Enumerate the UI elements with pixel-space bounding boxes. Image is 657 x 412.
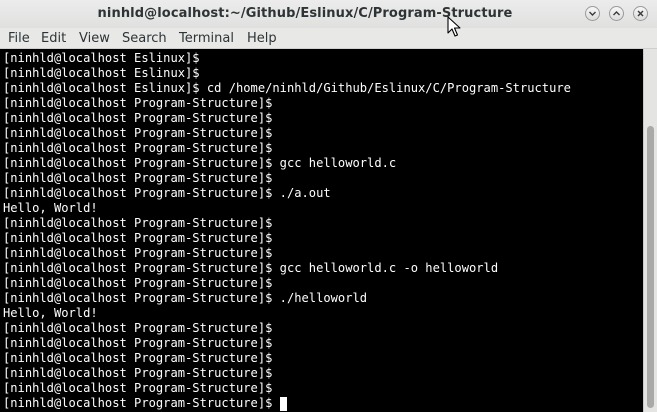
terminal-line: [ninhld@localhost Eslinux]$ cd /home/nin… (3, 81, 571, 95)
terminal-line: Hello, World! (3, 306, 98, 320)
terminal-line: [ninhld@localhost Program-Structure]$ (3, 96, 273, 110)
terminal-window: ninhld@localhost:~/Github/Eslinux/C/Prog… (0, 0, 657, 412)
maximize-button[interactable] (609, 6, 624, 21)
scrollbar-thumb[interactable] (647, 126, 654, 408)
terminal-line: [ninhld@localhost Program-Structure]$ ./… (3, 186, 331, 200)
terminal-line: [ninhld@localhost Program-Structure]$ (3, 351, 273, 365)
terminal-line: [ninhld@localhost Program-Structure]$ (3, 336, 273, 350)
chevron-up-icon (613, 11, 620, 16)
menu-edit[interactable]: Edit (37, 30, 70, 48)
terminal-line: [ninhld@localhost Program-Structure]$ (3, 276, 273, 290)
terminal-line: [ninhld@localhost Eslinux]$ (3, 66, 200, 80)
terminal-line: [ninhld@localhost Eslinux]$ (3, 51, 200, 65)
terminal-line: [ninhld@localhost Program-Structure]$ (3, 381, 273, 395)
terminal-line: [ninhld@localhost Program-Structure]$ (3, 231, 273, 245)
mouse-pointer-icon (447, 16, 461, 37)
terminal-line: Hello, World! (3, 201, 98, 215)
menu-search[interactable]: Search (118, 30, 171, 48)
terminal-line: [ninhld@localhost Program-Structure]$ (3, 366, 273, 380)
window-title: ninhld@localhost:~/Github/Eslinux/C/Prog… (97, 6, 513, 21)
terminal-line: [ninhld@localhost Program-Structure]$ (3, 111, 273, 125)
terminal-line: [ninhld@localhost Program-Structure]$ (3, 126, 273, 140)
menu-file[interactable]: File (4, 30, 34, 48)
terminal-prompt-line: [ninhld@localhost Program-Structure]$ (3, 396, 287, 411)
minimize-button[interactable] (585, 6, 600, 21)
terminal-line: [ninhld@localhost Program-Structure]$ ./… (3, 291, 368, 305)
terminal-line: [ninhld@localhost Program-Structure]$ (3, 246, 273, 260)
terminal-output[interactable]: [ninhld@localhost Eslinux]$ [ninhld@loca… (0, 49, 643, 412)
menu-view[interactable]: View (75, 30, 114, 48)
close-button[interactable] (633, 6, 648, 21)
terminal-line: [ninhld@localhost Program-Structure]$ (3, 141, 273, 155)
terminal-prompt: [ninhld@localhost Program-Structure]$ (3, 396, 280, 410)
chevron-down-icon (589, 11, 596, 16)
terminal-line: [ninhld@localhost Program-Structure]$ gc… (3, 156, 397, 170)
text-cursor (279, 397, 287, 411)
close-icon (637, 10, 644, 17)
terminal-line: [ninhld@localhost Program-Structure]$ (3, 321, 273, 335)
menu-help[interactable]: Help (243, 30, 281, 48)
title-bar[interactable]: ninhld@localhost:~/Github/Eslinux/C/Prog… (0, 0, 657, 28)
terminal-line: [ninhld@localhost Program-Structure]$ (3, 171, 273, 185)
vertical-scrollbar[interactable] (643, 49, 657, 412)
menu-bar: File Edit View Search Terminal Help (0, 28, 657, 49)
menu-terminal[interactable]: Terminal (175, 30, 238, 48)
terminal-line: [ninhld@localhost Program-Structure]$ gc… (3, 261, 499, 275)
terminal-line: [ninhld@localhost Program-Structure]$ (3, 216, 273, 230)
